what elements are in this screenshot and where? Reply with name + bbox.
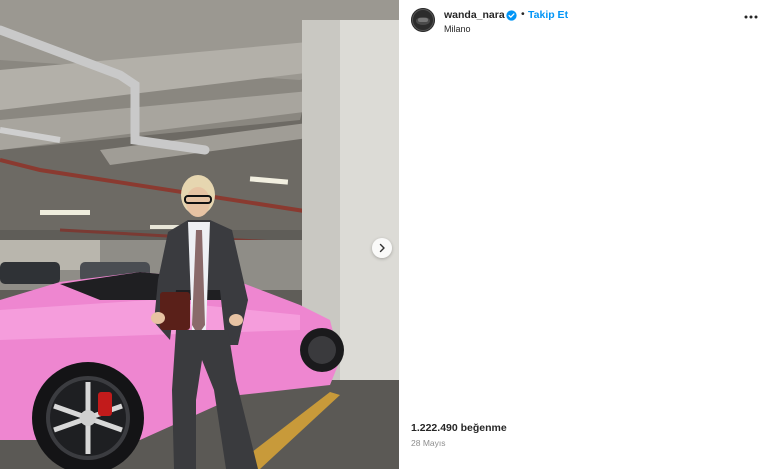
avatar-image (411, 8, 435, 32)
chevron-right-icon (379, 243, 385, 253)
more-options-button[interactable] (743, 10, 759, 24)
post-photo[interactable] (0, 0, 399, 469)
verified-badge-icon (506, 10, 517, 21)
post-header: wanda_nara • Takip Et Milano (411, 8, 761, 36)
likes-count[interactable]: 1.222.490 beğenme (411, 422, 761, 434)
instagram-post: wanda_nara • Takip Et Milano 1.222.490 b… (0, 0, 770, 469)
separator-dot: • (521, 8, 525, 20)
post-date: 28 Mayıs (411, 438, 446, 448)
post-footer: 1.222.490 beğenme 28 Mayıs (411, 422, 761, 448)
more-options-icon (744, 15, 758, 19)
username-link[interactable]: wanda_nara (444, 9, 505, 21)
follow-button[interactable]: Takip Et (528, 9, 568, 21)
post-image (0, 0, 399, 469)
post-details-panel: wanda_nara • Takip Et Milano 1.222.490 b… (399, 0, 770, 469)
location-link[interactable]: Milano (444, 24, 471, 34)
next-photo-button[interactable] (372, 238, 392, 258)
avatar[interactable] (411, 8, 435, 32)
